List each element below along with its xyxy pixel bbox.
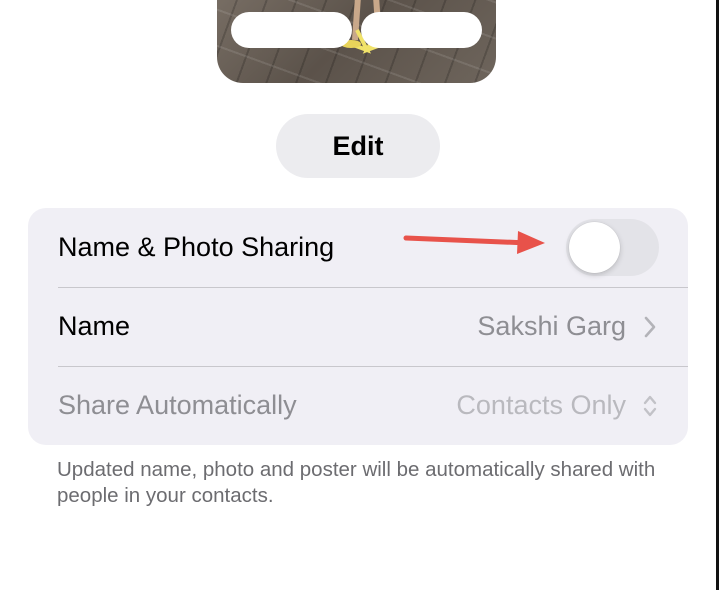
name-row[interactable]: Name Sakshi Garg	[28, 287, 688, 366]
annotation-arrow-icon	[403, 231, 545, 254]
toggle-knob	[569, 222, 620, 273]
name-photo-sharing-label: Name & Photo Sharing	[58, 232, 335, 262]
name-label: Name	[58, 311, 131, 341]
contact-poster-preview[interactable]	[217, 0, 496, 83]
sharing-footer-note: Updated name, photo and poster will be a…	[57, 458, 656, 507]
poster-name-placeholder-left	[231, 12, 352, 48]
poster-name-placeholder-right	[361, 12, 482, 48]
sharing-settings-card: Name & Photo Sharing Name Sakshi Garg Sh…	[28, 208, 688, 445]
up-down-chevron-icon	[640, 366, 660, 445]
chevron-right-icon	[640, 287, 660, 366]
name-photo-sharing-row: Name & Photo Sharing	[28, 208, 688, 287]
share-automatically-value: Contacts Only	[456, 390, 626, 420]
edit-button[interactable]: Edit	[276, 114, 440, 178]
share-automatically-label: Share Automatically	[58, 390, 297, 420]
name-value: Sakshi Garg	[477, 311, 626, 341]
name-photo-sharing-toggle[interactable]	[566, 219, 659, 276]
share-automatically-row[interactable]: Share Automatically Contacts Only	[28, 366, 688, 445]
